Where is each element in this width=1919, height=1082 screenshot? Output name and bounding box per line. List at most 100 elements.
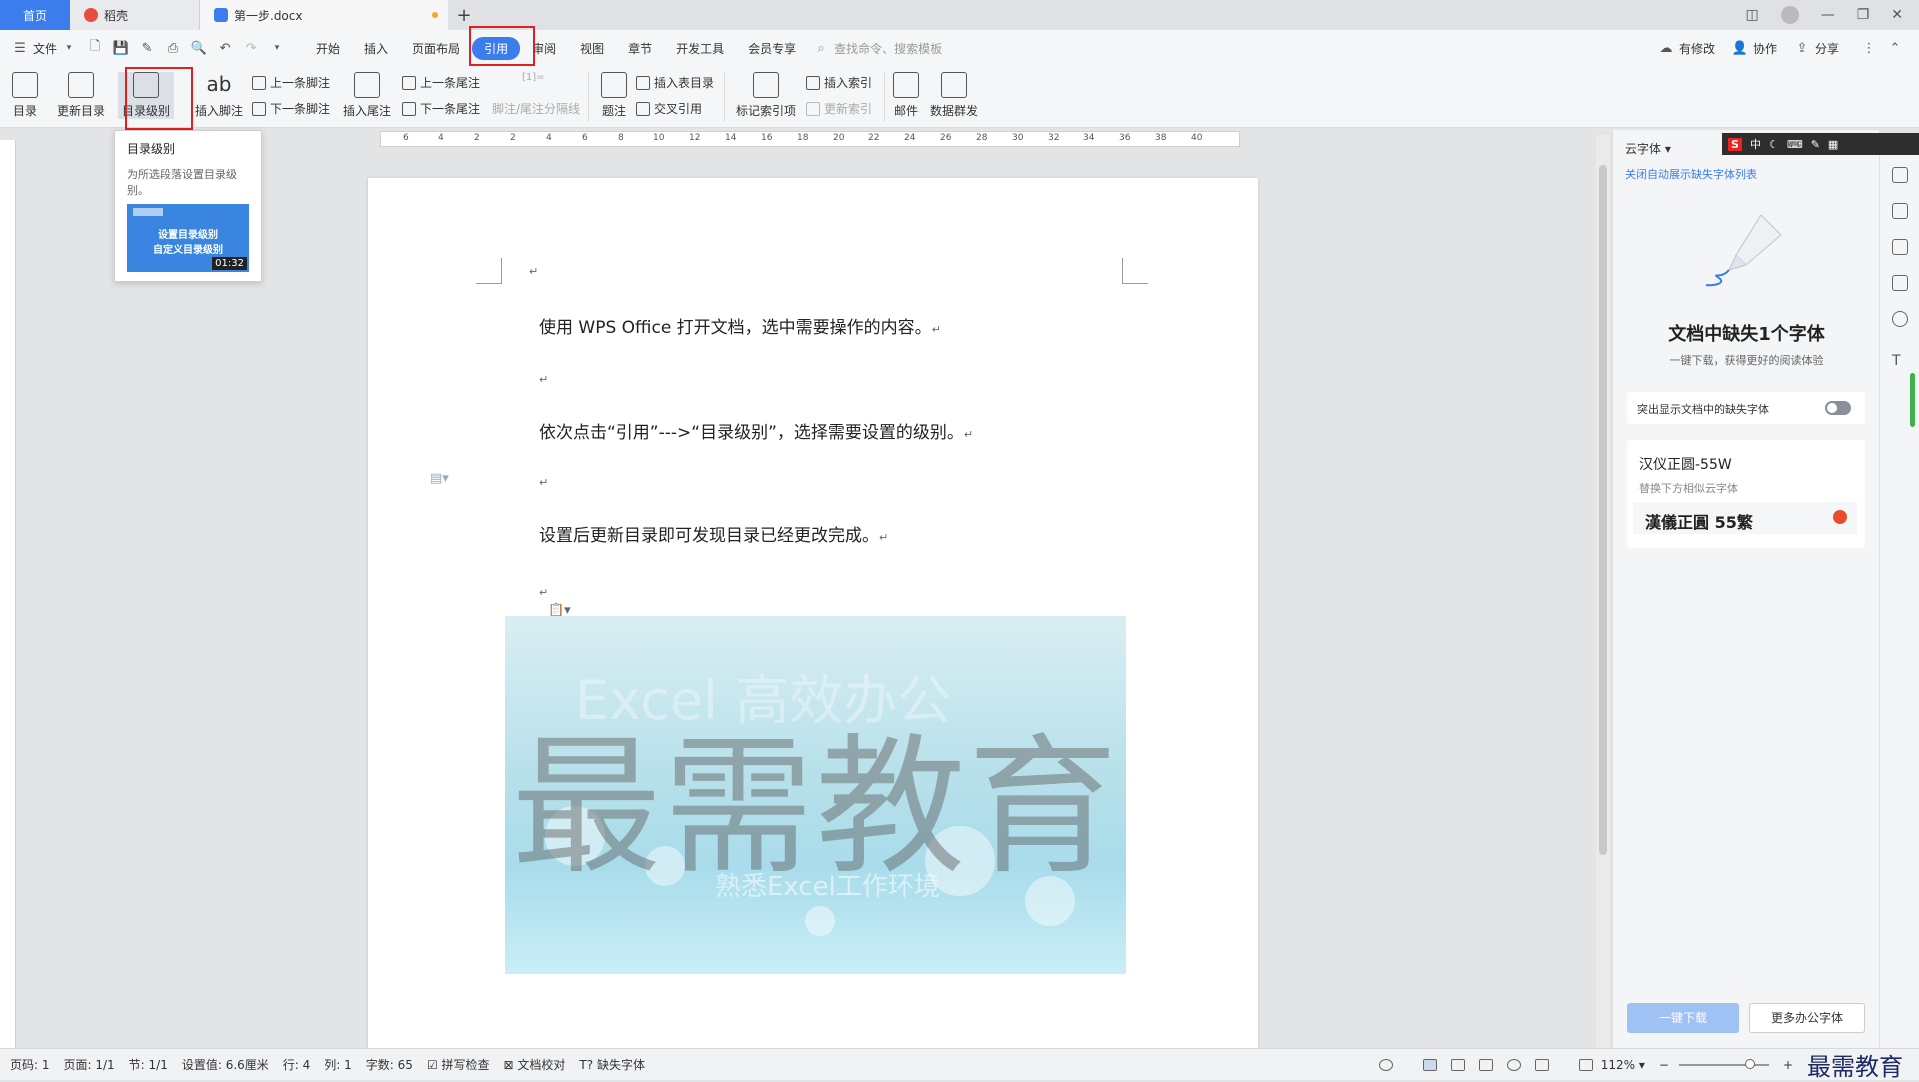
menu-layout[interactable]: 页面布局 xyxy=(400,40,472,57)
more-vertical-icon[interactable]: ⋮ xyxy=(1861,40,1877,56)
more-icon[interactable]: ▾ xyxy=(269,40,285,56)
fit-page-icon[interactable] xyxy=(1578,1058,1593,1071)
preview-icon[interactable]: 🔍 xyxy=(191,40,207,56)
menu-start[interactable]: 开始 xyxy=(304,40,352,57)
eye-protect-icon[interactable] xyxy=(1378,1058,1393,1071)
tab-document[interactable]: 第一步.docx xyxy=(200,0,448,30)
insert-figure-table-button[interactable]: 插入表目录 xyxy=(636,74,714,91)
figure-table-icon xyxy=(636,75,650,90)
insert-footnote-button[interactable]: ab 插入脚注 xyxy=(195,72,243,119)
menu-view[interactable]: 视图 xyxy=(568,40,616,57)
collapse-ribbon-icon[interactable]: ⌃ xyxy=(1887,40,1903,56)
ruler-tick-label: 18 xyxy=(797,133,809,143)
toc-button[interactable]: 目录 xyxy=(12,72,38,119)
zoom-dropdown[interactable]: 112% ▾ xyxy=(1601,1058,1645,1072)
next-endnote-button[interactable]: 下一条尾注 xyxy=(402,100,480,117)
paragraph-2[interactable]: 依次点击“引用”--->“目录级别”，选择需要设置的级别。↵ xyxy=(539,418,973,443)
tab-home[interactable]: 首页 xyxy=(0,0,70,30)
ime-toolbar[interactable]: S 中 ☾ ⌨ ✎ ▦ xyxy=(1722,133,1919,155)
footnote-separator-button[interactable]: 脚注/尾注分隔线 xyxy=(492,100,580,117)
avatar[interactable] xyxy=(1780,6,1799,24)
close-auto-list-link[interactable]: 关闭自动展示缺失字体列表 xyxy=(1625,166,1757,182)
collab-button[interactable]: 协作 xyxy=(1753,40,1789,57)
status-word-count[interactable]: 字数: 65 xyxy=(366,1056,413,1073)
menu-bar: ☰ 文件 ▾ 🗋 💾 ✎ ⎙ 🔍 ↶ ↷ ▾ 开始 插入 页面布局 引用 审阅 … xyxy=(0,30,1919,66)
spell-check-label: 拼写检查 xyxy=(441,1058,490,1072)
zoom-slider[interactable] xyxy=(1678,1058,1769,1069)
update-toc-button[interactable]: 更新目录 xyxy=(57,72,105,119)
paragraph-3[interactable]: 设置后更新目录即可发现目录已经更改完成。↵ xyxy=(539,521,888,546)
highlight-missing-toggle[interactable] xyxy=(1825,401,1851,415)
zoom-out-button[interactable]: − xyxy=(1659,1058,1669,1072)
mail-button[interactable]: 邮件 xyxy=(893,72,919,119)
paragraph-handle-icon[interactable]: ▤▾ xyxy=(430,471,449,486)
write-view-icon[interactable] xyxy=(1534,1058,1549,1071)
redo-icon[interactable]: ↷ xyxy=(243,40,259,56)
caption-button[interactable]: 题注 xyxy=(601,72,627,119)
scrollbar-thumb[interactable] xyxy=(1599,165,1607,855)
save-icon[interactable]: 💾 xyxy=(113,40,129,56)
vertical-scrollbar[interactable] xyxy=(1596,135,1610,1048)
cross-ref-icon xyxy=(636,101,650,116)
missing-font-title: 文档中缺失1个字体 xyxy=(1668,324,1825,345)
reading-view-icon[interactable] xyxy=(1478,1058,1493,1071)
menu-member[interactable]: 会员专享 xyxy=(736,40,808,57)
menu-insert[interactable]: 插入 xyxy=(352,40,400,57)
modified-button[interactable]: 有修改 xyxy=(1679,40,1727,57)
highlight-missing-row: 突出显示文档中的缺失字体 xyxy=(1627,392,1865,424)
tooltip-video[interactable]: 设置目录级别 自定义目录级别 01:32 xyxy=(127,204,249,272)
keyboard-icon: ⌨ xyxy=(1786,137,1803,151)
ruler-tick-label: 2 xyxy=(474,133,480,143)
document-image[interactable]: Excel 高效办公 最需教育 熟悉Excel工作环境 xyxy=(505,616,1126,974)
undo-icon[interactable]: ↶ xyxy=(217,40,233,56)
style-icon[interactable] xyxy=(1892,167,1908,183)
horizontal-ruler[interactable]: 6 4 2 2 4 6 8 10 12 14 16 18 20 22 24 26 28 30 32 34 36 38 40 xyxy=(380,131,1240,147)
edit-icon[interactable] xyxy=(1892,203,1908,219)
missing-font-button[interactable]: T? 缺失字体 xyxy=(579,1056,645,1073)
paragraph-1[interactable]: 使用 WPS Office 打开文档，选中需要操作的内容。↵ xyxy=(539,313,941,338)
next-footnote-button[interactable]: 下一条脚注 xyxy=(252,100,330,117)
outline-view-icon[interactable] xyxy=(1450,1058,1465,1071)
menu-dev-tools[interactable]: 开发工具 xyxy=(664,40,736,57)
zoom-slider-thumb[interactable] xyxy=(1744,1058,1755,1069)
help-icon[interactable] xyxy=(1892,311,1908,327)
menu-lines-icon[interactable]: ☰ xyxy=(12,40,28,56)
zoom-in-button[interactable]: + xyxy=(1783,1058,1793,1072)
new-doc-icon[interactable]: 🗋 xyxy=(87,39,103,56)
ime-mode: 中 xyxy=(1749,138,1761,151)
insert-index-button[interactable]: 插入索引 xyxy=(806,74,872,91)
select-icon[interactable] xyxy=(1892,239,1908,255)
mark-index-label: 标记索引项 xyxy=(736,104,797,118)
command-search[interactable]: 查找命令、搜索模板 xyxy=(834,40,942,57)
layout-icon[interactable]: ◫ xyxy=(1745,7,1758,23)
share-button[interactable]: 分享 xyxy=(1815,40,1851,57)
restore-icon[interactable]: ❐ xyxy=(1857,7,1870,23)
ruler-tick-label: 10 xyxy=(653,133,665,143)
cloud-font-option[interactable]: 漢儀正圓 55繁 xyxy=(1633,502,1857,534)
cross-ref-button[interactable]: 交叉引用 xyxy=(636,100,702,117)
close-icon[interactable]: ✕ xyxy=(1891,7,1903,23)
paragraph-1-text: 使用 WPS Office 打开文档，选中需要操作的内容。 xyxy=(539,318,932,338)
mark-index-button[interactable]: 标记索引项 xyxy=(736,72,796,119)
download-all-button[interactable]: 一键下载 xyxy=(1627,1003,1739,1033)
tab-daoke[interactable]: 稻壳 xyxy=(70,0,200,30)
prev-footnote-button[interactable]: 上一条脚注 xyxy=(252,74,330,91)
print-icon[interactable]: ⎙ xyxy=(165,40,181,56)
update-index-button[interactable]: 更新索引 xyxy=(806,100,872,117)
menu-chapter[interactable]: 章节 xyxy=(616,40,664,57)
font-cloud-dropdown[interactable]: 云字体 ▾ xyxy=(1625,140,1671,157)
prev-endnote-button[interactable]: 上一条尾注 xyxy=(402,74,480,91)
mail-merge-button[interactable]: 数据群发 xyxy=(930,72,978,119)
format-painter-icon[interactable]: ✎ xyxy=(139,40,155,56)
web-view-icon[interactable] xyxy=(1506,1058,1521,1071)
spell-check-button[interactable]: ☑ 拼写检查 xyxy=(427,1056,490,1073)
vertical-ruler[interactable] xyxy=(0,140,16,1048)
insert-endnote-button[interactable]: 插入尾注 xyxy=(343,72,391,119)
settings-icon[interactable] xyxy=(1892,275,1908,291)
page-view-icon[interactable] xyxy=(1422,1058,1437,1071)
more-fonts-button[interactable]: 更多办公字体 xyxy=(1749,1003,1865,1033)
bokeh-circle xyxy=(805,906,835,936)
proofread-button[interactable]: ⊠ 文档校对 xyxy=(504,1056,566,1073)
font-icon[interactable]: T xyxy=(1892,353,1908,369)
minimize-icon[interactable]: — xyxy=(1821,7,1835,23)
